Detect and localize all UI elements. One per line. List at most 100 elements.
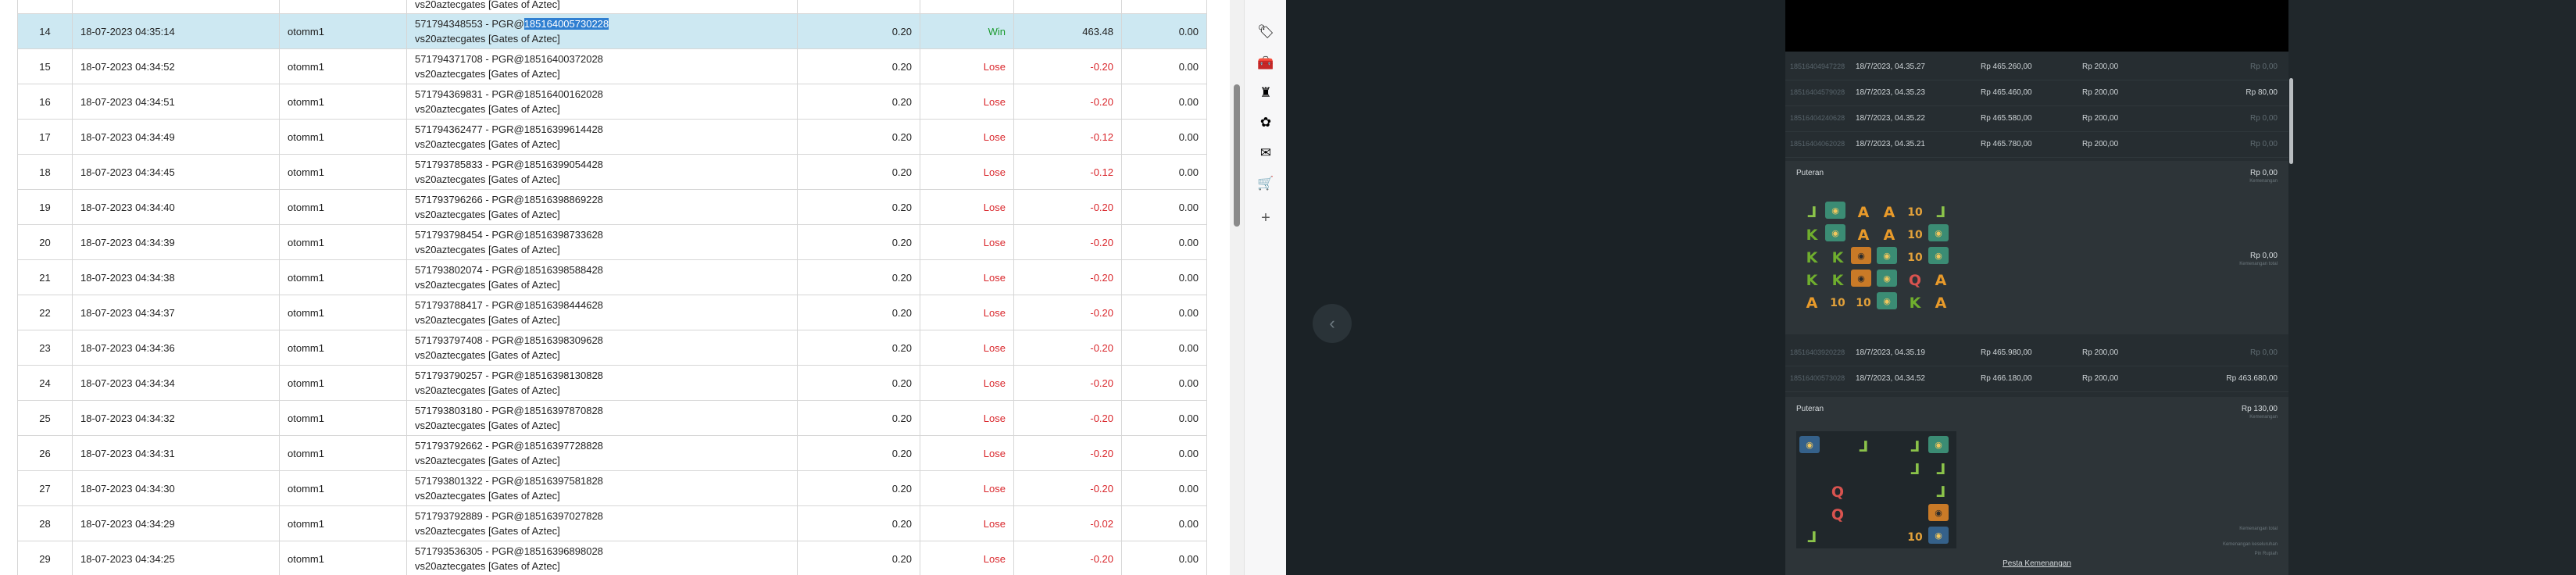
row-date: 18-07-2023 04:34:49 [72, 119, 280, 155]
win-celebration-link[interactable]: Pesta Kemenangan [1785, 559, 2288, 568]
empty-cell [1799, 459, 1824, 480]
row-number: 25 [17, 400, 73, 436]
table-row[interactable]: 15 18-07-2023 04:34:52 otomm1 571794371708 … [17, 48, 1207, 84]
transaction-reference[interactable]: 18516398588428 [524, 264, 603, 276]
shopping-icon[interactable]: 🛒 [1256, 173, 1276, 194]
history-row[interactable]: 18516404062028 18/7/2023, 04.35.21 Rp 465.… [1785, 132, 2288, 158]
gift-icon[interactable]: 🧰 [1256, 53, 1276, 73]
symbol-j-icon: ⅃ [1935, 484, 1946, 501]
table-cell [1013, 0, 1122, 14]
history-balance: Rp 465.580,00 [1981, 114, 2032, 123]
copilot-icon[interactable]: ✿ [1256, 112, 1276, 133]
history-row[interactable]: 18516403920228 18/7/2023, 04.35.19 Rp 465.… [1785, 341, 2288, 366]
history-row[interactable]: 18516404947228 18/7/2023, 04.35.27 Rp 465.… [1785, 55, 2288, 80]
row-winloss: -0.20 [1013, 400, 1122, 436]
row-result: Lose [920, 470, 1014, 506]
transaction-id-prefix: 571794348553 - PGR@ [415, 18, 524, 30]
row-winloss: -0.20 [1013, 330, 1122, 366]
mask-symbol-icon: ◉ [1851, 247, 1871, 264]
history-scrollbar-thumb[interactable] [2289, 78, 2293, 164]
previous-arrow-icon[interactable]: ‹ [1313, 304, 1352, 343]
table-row[interactable]: 21 18-07-2023 04:34:38 otomm1 571793802074 … [17, 259, 1207, 295]
history-row[interactable]: 18516404579028 18/7/2023, 04.35.23 Rp 465.… [1785, 80, 2288, 106]
transaction-table: vs20aztecgates [Gates of Aztec] 14 18-07-2… [17, 0, 1207, 575]
table-row[interactable]: 20 18-07-2023 04:34:39 otomm1 571793798454 … [17, 224, 1207, 260]
history-round-id: 18516403920228 [1790, 348, 1845, 356]
spin-detail-card: Puteran Rp 130,00 Kemenangan ◉ ⅃ ⅃ ◉ ⅃ ⅃ Q ⅃ Q ◉ ⅃ 10 ◉… [1785, 397, 2288, 575]
row-transaction-id: 571793798454 - PGR@18516398733628 [415, 227, 789, 242]
table-row[interactable]: 19 18-07-2023 04:34:40 otomm1 571793796266 … [17, 189, 1207, 225]
table-scrollbar-thumb[interactable] [1234, 84, 1240, 227]
outlook-icon[interactable]: ✉ [1256, 143, 1276, 163]
table-row[interactable]: 26 18-07-2023 04:34:31 otomm1 571793792662 … [17, 435, 1207, 471]
row-username: otomm1 [279, 189, 407, 225]
transaction-reference[interactable]: 18516397870828 [524, 405, 603, 416]
table-row[interactable]: 25 18-07-2023 04:34:32 otomm1 571793803180 … [17, 400, 1207, 436]
table-row[interactable]: 17 18-07-2023 04:34:49 otomm1 571794362477 … [17, 119, 1207, 155]
table-row[interactable]: 16 18-07-2023 04:34:51 otomm1 571794369831 … [17, 84, 1207, 120]
table-row[interactable]: 29 18-07-2023 04:34:25 otomm1 571793536305 … [17, 541, 1207, 575]
table-cell [920, 0, 1014, 14]
table-row[interactable]: 27 18-07-2023 04:34:30 otomm1 571793801322 … [17, 470, 1207, 506]
overlay-right-area [2288, 0, 2576, 575]
empty-cell [1851, 504, 1876, 526]
row-number: 17 [17, 119, 73, 155]
row-date: 18-07-2023 04:34:36 [72, 330, 280, 366]
transaction-reference[interactable]: 18516398869228 [524, 194, 603, 205]
game-history-viewer: ‹ 18516404947228 18/7/2023, 04.35.27 Rp 46… [1286, 0, 2576, 575]
chess-icon[interactable]: ♜ [1256, 83, 1276, 103]
history-row[interactable]: 18516404240628 18/7/2023, 04.35.22 Rp 465.… [1785, 106, 2288, 132]
transaction-reference[interactable]: 185164005730228 [523, 18, 609, 30]
row-transaction-id: 571793536305 - PGR@18516396898028 [415, 544, 789, 559]
history-row[interactable]: 18516400573028 18/7/2023, 04.34.52 Rp 466.… [1785, 366, 2288, 392]
row-bet: 0.20 [797, 224, 920, 260]
row-number: 18 [17, 154, 73, 190]
empty-cell [1903, 481, 1928, 503]
row-transaction-id: 571794371708 - PGR@18516400372028 [415, 52, 789, 66]
transaction-reference[interactable]: 18516399054428 [524, 159, 603, 170]
tag-icon[interactable]: 🏷 [1256, 22, 1276, 42]
transaction-id-prefix: 571793792662 - PGR@ [415, 440, 524, 452]
transaction-id-prefix: 571793797408 - PGR@ [415, 334, 524, 346]
spin-amount: Rp 130,00 [2241, 405, 2278, 413]
add-icon[interactable]: + [1256, 208, 1276, 228]
row-description: 571794371708 - PGR@18516400372028 vs20azt… [406, 48, 798, 84]
table-row-partial[interactable]: vs20aztecgates [Gates of Aztec] [17, 0, 1207, 14]
transaction-id-prefix: 571794362477 - PGR@ [415, 123, 524, 135]
transaction-reference[interactable]: 18516400162028 [524, 88, 603, 100]
transaction-reference[interactable]: 18516396898028 [524, 545, 603, 557]
table-row[interactable]: 14 18-07-2023 04:35:14 otomm1 571794348553 … [17, 13, 1207, 49]
transaction-reference[interactable]: 18516398309628 [524, 334, 603, 346]
history-win: Rp 463.680,00 [2226, 374, 2278, 383]
row-transaction-id: 571793785833 - PGR@18516399054428 [415, 157, 789, 172]
row-result: Lose [920, 330, 1014, 366]
transaction-reference[interactable]: 18516400372028 [524, 53, 603, 65]
table-row[interactable]: 24 18-07-2023 04:34:34 otomm1 571793790257 … [17, 365, 1207, 401]
transaction-reference[interactable]: 18516397027828 [524, 510, 603, 522]
table-row[interactable]: 23 18-07-2023 04:34:36 otomm1 571793797408 … [17, 330, 1207, 366]
row-date: 18-07-2023 04:34:45 [72, 154, 280, 190]
transaction-reference[interactable]: 18516397581828 [524, 475, 603, 487]
symbol-j-icon: ⅃ [1910, 438, 1920, 455]
transaction-reference[interactable]: 18516398130828 [524, 370, 603, 381]
row-winloss: -0.12 [1013, 154, 1122, 190]
row-description: 571793796266 - PGR@18516398869228 vs20azt… [406, 189, 798, 225]
table-row[interactable]: 22 18-07-2023 04:34:37 otomm1 571793788417 … [17, 295, 1207, 330]
transaction-reference[interactable]: 18516398733628 [524, 229, 603, 241]
transaction-id-prefix: 571793803180 - PGR@ [415, 405, 524, 416]
history-balance: Rp 465.980,00 [1981, 348, 2032, 357]
row-commission: 0.00 [1121, 400, 1207, 436]
row-commission: 0.00 [1121, 48, 1207, 84]
row-result: Lose [920, 189, 1014, 225]
history-win: Rp 80,00 [2246, 88, 2278, 97]
transaction-reference[interactable]: 18516399614428 [524, 123, 603, 135]
symbol-k-icon: K [1831, 272, 1844, 289]
transaction-reference[interactable]: 18516397728828 [524, 440, 603, 452]
table-row[interactable]: 18 18-07-2023 04:34:45 otomm1 571793785833 … [17, 154, 1207, 190]
row-number: 14 [17, 13, 73, 49]
row-game-name: vs20aztecgates [Gates of Aztec] [415, 279, 560, 291]
symbol-t-icon: 10 [1830, 297, 1845, 309]
table-row[interactable]: 28 18-07-2023 04:34:29 otomm1 571793792889 … [17, 505, 1207, 541]
row-number: 23 [17, 330, 73, 366]
transaction-reference[interactable]: 18516398444628 [524, 299, 603, 311]
